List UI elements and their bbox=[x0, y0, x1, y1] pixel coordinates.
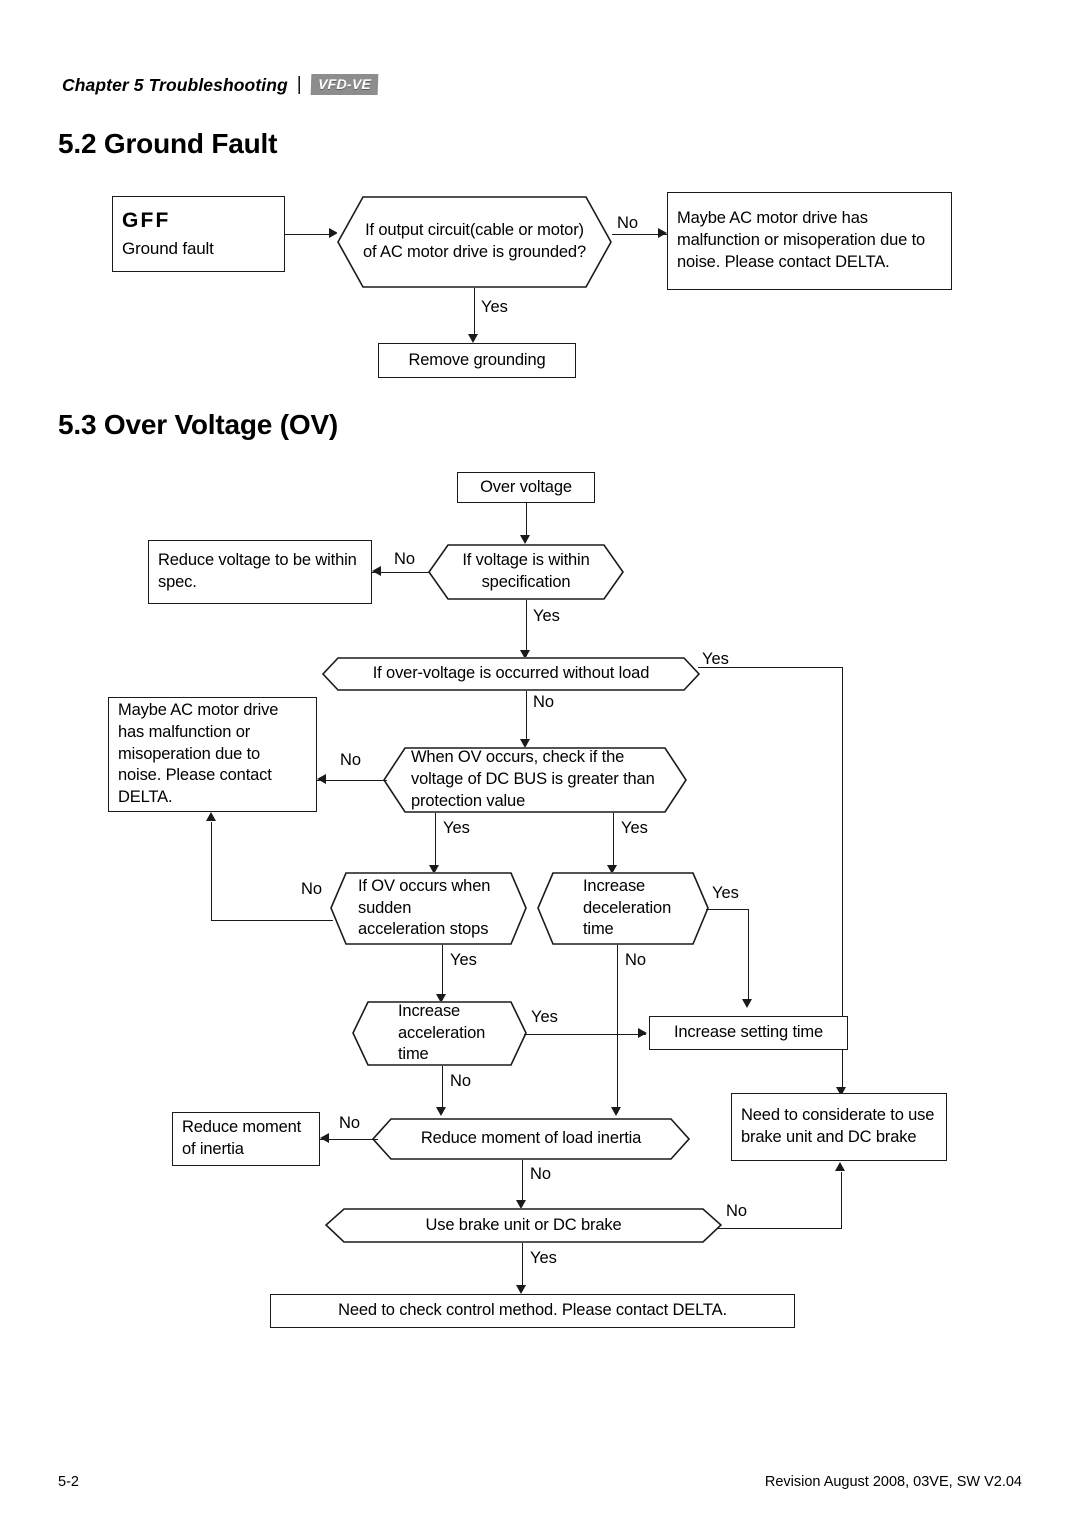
arrowhead-ov-d1-no bbox=[372, 566, 381, 576]
arrowhead-ov-d6-no bbox=[436, 1107, 446, 1116]
chapter-title: Chapter 5 Troubleshooting bbox=[62, 74, 288, 95]
ov-d3-text: When OV occurs, check if the voltage of … bbox=[411, 748, 655, 810]
connector-gff-to-decision bbox=[285, 233, 329, 235]
ov-maybe-malfunction-box: Maybe AC motor drive has malfunction or … bbox=[108, 697, 317, 812]
ov-decision-sudden-accel: If OV occurs when sudden acceleration st… bbox=[330, 872, 527, 945]
arrowhead-ov-d5-no bbox=[611, 1107, 621, 1116]
ov-decision-reduce-inertia: Reduce moment of load inertia bbox=[372, 1118, 690, 1160]
arrowhead-gf-yes bbox=[468, 334, 478, 343]
connector-ov-d5-no bbox=[616, 945, 618, 1113]
arrowhead-ov-d8-no bbox=[835, 1162, 845, 1171]
ov-reduce-voltage-box: Reduce voltage to be within spec. bbox=[148, 540, 372, 604]
label-ov-d8-yes: Yes bbox=[530, 1249, 557, 1267]
gf-decision-text: If output circuit(cable or motor) of AC … bbox=[363, 221, 586, 261]
label-gf-yes: Yes bbox=[481, 298, 508, 316]
arrowhead-ov-d3-no bbox=[317, 774, 326, 784]
ov-decision-use-brake: Use brake unit or DC brake bbox=[325, 1208, 722, 1243]
ov-brake-consider-text: Need to considerate to use brake unit an… bbox=[741, 1106, 935, 1146]
connector-ov-d4-no-v bbox=[211, 822, 213, 920]
section-heading-over-voltage: 5.3 Over Voltage (OV) bbox=[58, 409, 339, 440]
arrowhead-ov-d4-no bbox=[205, 812, 216, 821]
label-ov-d5-no: No bbox=[625, 951, 647, 969]
connector-ov-d4-no-h bbox=[211, 919, 333, 921]
ov-d7-text: Reduce moment of load inertia bbox=[420, 1129, 642, 1148]
ov-d1-text: If voltage is within specification bbox=[462, 551, 590, 591]
gff-code: GFF bbox=[122, 209, 171, 233]
label-ov-d5-yes: Yes bbox=[712, 884, 739, 902]
ov-increase-setting-time-text: Increase setting time bbox=[673, 1023, 824, 1042]
vfd-ve-logo: VFD-VE bbox=[310, 74, 379, 96]
ov-maybe-malfunction-text: Maybe AC motor drive has malfunction or … bbox=[118, 700, 279, 807]
ov-d5-text: Increase deceleration time bbox=[583, 876, 672, 939]
label-ov-d4-no: No bbox=[301, 880, 323, 898]
page-header: Chapter 5 Troubleshooting | VFD-VE bbox=[62, 74, 379, 96]
gf-no-result-box: Maybe AC motor drive has malfunction or … bbox=[667, 192, 952, 290]
label-ov-d1-no: No bbox=[394, 550, 416, 568]
ov-d6-text: Increase acceleration time bbox=[398, 1001, 486, 1064]
gf-yes-result-box: Remove grounding bbox=[378, 343, 576, 378]
connector-ov-d4-yes bbox=[441, 945, 443, 1000]
connector-ov-d8-yes bbox=[521, 1243, 523, 1291]
ov-reduce-voltage-text: Reduce voltage to be within spec. bbox=[158, 551, 357, 591]
arrowhead-ov-start-to-d1 bbox=[520, 535, 530, 544]
ov-decision-voltage-spec: If voltage is within specification bbox=[428, 544, 624, 600]
label-ov-d2-yes: Yes bbox=[702, 650, 729, 668]
connector-ov-d2-yes-h bbox=[698, 666, 843, 668]
label-ov-d1-yes: Yes bbox=[533, 607, 560, 625]
header-separator: | bbox=[296, 74, 302, 95]
ov-start-text: Over voltage bbox=[480, 477, 572, 496]
arrowhead-ov-d7-no bbox=[320, 1133, 329, 1143]
connector-ov-d6-no bbox=[441, 1066, 443, 1113]
ov-decision-increase-accel: Increase acceleration time bbox=[352, 1001, 527, 1066]
ov-d2-text: If over-voltage is occurred without load bbox=[372, 664, 650, 683]
gff-start-box: GFF Ground fault bbox=[112, 196, 285, 272]
document-page: Chapter 5 Troubleshooting | VFD-VE 5.2 G… bbox=[0, 0, 1080, 1534]
connector-ov-d3-yes-left bbox=[434, 813, 436, 871]
ov-final-box: Need to check control method. Please con… bbox=[270, 1294, 795, 1328]
label-ov-d3-no: No bbox=[340, 751, 362, 769]
footer-page-number: 5-2 bbox=[58, 1474, 79, 1490]
label-ov-d8-no: No bbox=[726, 1202, 748, 1220]
label-ov-d6-yes: Yes bbox=[531, 1008, 558, 1026]
ov-final-text: Need to check control method. Please con… bbox=[338, 1301, 727, 1320]
label-gf-no: No bbox=[617, 214, 639, 232]
ov-reduce-inertia-text: Reduce moment of inertia bbox=[182, 1118, 302, 1158]
connector-ov-d6-yes bbox=[524, 1033, 646, 1035]
label-ov-d4-yes: Yes bbox=[450, 951, 477, 969]
ov-start-box: Over voltage bbox=[457, 472, 595, 503]
gf-no-result-text: Maybe AC motor drive has malfunction or … bbox=[677, 209, 926, 271]
label-ov-d3-yes-right: Yes bbox=[621, 819, 648, 837]
connector-ov-d3-no bbox=[317, 779, 387, 781]
ov-decision-increase-decel: Increase deceleration time bbox=[537, 872, 709, 945]
connector-ov-d2-no bbox=[525, 691, 527, 745]
ov-d4-text: If OV occurs when sudden acceleration st… bbox=[358, 876, 491, 939]
connector-ov-d5-yes-h bbox=[706, 908, 749, 910]
arrowhead-ov-d6-yes bbox=[638, 1028, 647, 1038]
connector-ov-d8-no-v bbox=[840, 1172, 842, 1228]
arrowhead-ov-d8-yes bbox=[516, 1285, 526, 1294]
label-ov-d6-no: No bbox=[450, 1072, 472, 1090]
label-ov-d3-yes-left: Yes bbox=[443, 819, 470, 837]
footer-revision: Revision August 2008, 03VE, SW V2.04 bbox=[764, 1474, 1022, 1490]
ov-brake-consider-box: Need to considerate to use brake unit an… bbox=[731, 1093, 947, 1161]
section-heading-ground-fault: 5.2 Ground Fault bbox=[58, 128, 278, 159]
label-ov-d7-no-left: No bbox=[339, 1114, 361, 1132]
ov-d8-text: Use brake unit or DC brake bbox=[425, 1215, 622, 1234]
connector-ov-d5-yes-v bbox=[747, 908, 749, 1004]
arrowhead-gf-no bbox=[658, 228, 667, 238]
ov-increase-setting-time-box: Increase setting time bbox=[649, 1016, 848, 1050]
gf-decision-grounded: If output circuit(cable or motor) of AC … bbox=[337, 196, 612, 288]
ov-decision-without-load: If over-voltage is occurred without load bbox=[322, 657, 700, 691]
label-ov-d7-no-down: No bbox=[530, 1165, 552, 1183]
ov-reduce-inertia-box: Reduce moment of inertia bbox=[172, 1112, 320, 1166]
label-ov-d2-no: No bbox=[533, 693, 555, 711]
connector-ov-d3-yes-right bbox=[612, 813, 614, 871]
connector-gf-yes bbox=[473, 288, 475, 340]
gff-label: Ground fault bbox=[122, 239, 214, 259]
arrowhead-ov-d5-yes bbox=[742, 999, 752, 1008]
connector-ov-d8-no-h bbox=[718, 1227, 842, 1229]
connector-ov-d1-yes bbox=[525, 600, 527, 656]
gf-yes-result-text: Remove grounding bbox=[408, 350, 546, 369]
ov-decision-dcbus-voltage: When OV occurs, check if the voltage of … bbox=[383, 747, 687, 813]
